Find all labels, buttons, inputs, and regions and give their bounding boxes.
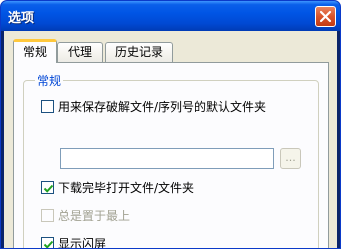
always-on-top-label: 总是置于最上 bbox=[58, 209, 131, 223]
tab-panel-general: 常规 用来保存破解文件/序列号的默认文件夹 ... 下载完毕打开文件/文件夹 总… bbox=[13, 62, 329, 248]
default-folder-input[interactable] bbox=[60, 148, 274, 169]
show-splash-checkbox[interactable] bbox=[41, 237, 54, 248]
browse-button[interactable]: ... bbox=[280, 148, 301, 169]
always-on-top-checkbox[interactable] bbox=[41, 209, 54, 222]
dialog-body: 常规 代理 历史记录 常规 用来保存破解文件/序列号的默认文件夹 ... 下载完… bbox=[4, 31, 337, 248]
save-folder-label[interactable]: 用来保存破解文件/序列号的默认文件夹 bbox=[58, 98, 266, 115]
checkmark-icon bbox=[43, 240, 54, 248]
options-dialog: 选项 常规 代理 历史记录 常规 用来保存破解文件/序列号的默认文件夹 ... bbox=[0, 0, 341, 249]
title-bar[interactable]: 选项 bbox=[1, 1, 340, 31]
tab-general[interactable]: 常规 bbox=[13, 39, 57, 63]
save-folder-checkbox[interactable] bbox=[41, 100, 54, 113]
groupbox-title: 常规 bbox=[35, 72, 64, 89]
open-after-download-checkbox[interactable] bbox=[41, 181, 54, 194]
tab-proxy[interactable]: 代理 bbox=[57, 42, 103, 62]
show-splash-label[interactable]: 显示闪屏 bbox=[58, 235, 106, 248]
open-after-download-label[interactable]: 下载完毕打开文件/文件夹 bbox=[58, 179, 194, 196]
checkmark-icon bbox=[43, 184, 54, 193]
close-button[interactable] bbox=[315, 6, 336, 27]
dialog-title: 选项 bbox=[8, 11, 35, 26]
tab-history[interactable]: 历史记录 bbox=[105, 42, 173, 62]
